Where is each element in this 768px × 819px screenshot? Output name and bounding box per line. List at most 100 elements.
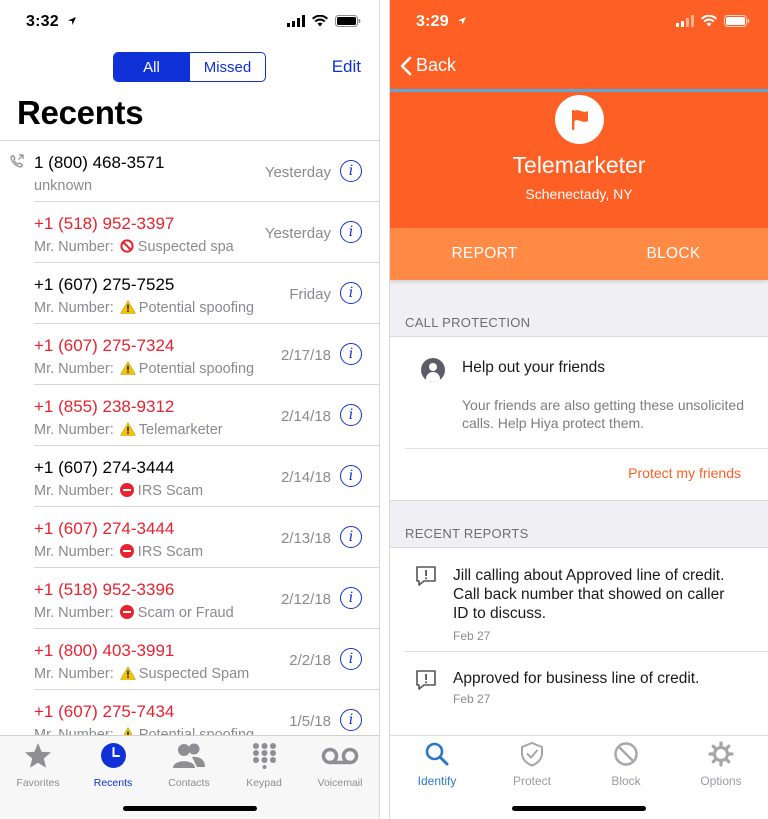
caller-number: +1 (518) 952-3397 <box>34 214 175 233</box>
report-item: Approved for business line of credit. Fe… <box>390 652 768 732</box>
caller-id-source: Mr. Number: <box>34 300 114 316</box>
caller-number: +1 (855) 238-9312 <box>34 397 175 416</box>
report-date: Feb 27 <box>453 629 491 643</box>
help-body: Your friends are also getting these unso… <box>462 397 744 431</box>
call-row[interactable]: +1 (800) 403-3991 Mr. Number: Suspected S… <box>34 629 379 690</box>
tab-label: Options <box>700 774 742 788</box>
caller-detail-text: Potential spoofing <box>138 361 255 377</box>
segment-missed[interactable]: Missed <box>189 53 265 81</box>
action-bar: REPORT BLOCK <box>390 228 768 280</box>
caller-header: 3:29 Back Telemarketer Schenectady, NY <box>390 0 768 228</box>
edit-button[interactable]: Edit <box>332 57 361 77</box>
caller-detail: Mr. Number: Scam or Fraud <box>34 605 274 621</box>
report-text: Approved for business line of credit. <box>453 670 700 687</box>
report-text: Jill calling about Approved line of cred… <box>453 567 725 622</box>
caller-detail: Mr. Number: IRS Scam <box>34 544 274 560</box>
call-row[interactable]: +1 (607) 274-3444 Mr. Number: IRS Scam 2/1… <box>34 446 379 507</box>
info-button[interactable]: i <box>340 160 362 182</box>
call-row[interactable]: +1 (855) 238-9312 Mr. Number: Telemarkete… <box>34 385 379 446</box>
divider <box>405 448 768 449</box>
status-time-text: 3:29 <box>416 13 449 30</box>
phone-tab-bar: Favorites Recents Contacts Keypad Voicem… <box>0 735 379 819</box>
signal-icon <box>676 15 694 27</box>
info-button[interactable]: i <box>340 221 362 243</box>
info-icon: i <box>348 712 354 728</box>
info-icon: i <box>348 407 354 423</box>
caller-id-source: Mr. Number: <box>34 666 114 682</box>
outgoing-call-icon <box>10 154 24 168</box>
status-time-text: 3:32 <box>26 13 59 30</box>
info-button[interactable]: i <box>340 343 362 365</box>
tab-contacts[interactable]: Contacts <box>151 742 227 789</box>
call-date: 2/17/18 <box>280 347 331 364</box>
call-row[interactable]: +1 (607) 275-7324 Mr. Number: Potential s… <box>34 324 379 385</box>
caller-detail-text: Telemarketer <box>138 422 223 438</box>
report-item: Jill calling about Approved line of cred… <box>390 548 768 651</box>
info-button[interactable]: i <box>340 465 362 487</box>
no-entry-icon <box>119 605 134 619</box>
tab-favorites[interactable]: Favorites <box>0 742 76 789</box>
protect-friends-link[interactable]: Protect my friends <box>628 465 741 481</box>
segment-all[interactable]: All <box>114 53 189 81</box>
info-button[interactable]: i <box>340 404 362 426</box>
call-date: Yesterday <box>264 164 331 181</box>
tab-label: Block <box>611 774 641 788</box>
voicemail-icon <box>321 747 359 765</box>
tab-recents[interactable]: Recents <box>75 742 151 789</box>
info-icon: i <box>348 468 354 484</box>
recents-screen: 3:32 All Missed Edit Recents 1 (800) 468… <box>0 0 380 819</box>
home-indicator[interactable] <box>123 806 257 811</box>
location-arrow-icon <box>68 17 77 25</box>
caller-detail: Mr. Number: Potential spoofing <box>34 361 274 377</box>
caller-detail-text: IRS Scam <box>137 483 204 499</box>
caller-number: +1 (800) 403-3991 <box>34 641 175 660</box>
tab-identify[interactable]: Identify <box>397 741 477 788</box>
status-bar: 3:29 <box>390 0 768 44</box>
call-date: Yesterday <box>264 225 331 242</box>
call-row[interactable]: +1 (518) 952-3397 Mr. Number: Suspected s… <box>34 202 379 263</box>
keypad-icon <box>252 743 276 769</box>
caller-location: Schenectady, NY <box>525 186 633 202</box>
caller-id-source: Mr. Number: <box>34 483 114 499</box>
tab-voicemail[interactable]: Voicemail <box>302 742 378 789</box>
report-flag-icon <box>416 566 436 586</box>
caller-detail-text: IRS Scam <box>137 544 204 560</box>
call-row[interactable]: 1 (800) 468-3571 unknown Yesterday i <box>10 141 379 202</box>
star-icon <box>25 743 51 768</box>
clock-icon <box>100 743 126 768</box>
wifi-icon <box>701 15 717 27</box>
battery-icon <box>724 15 750 27</box>
hiya-caller-screen: 3:29 Back Telemarketer Schenectady, NY R… <box>389 0 768 819</box>
call-date: 2/14/18 <box>280 408 331 425</box>
caller-id-source: Mr. Number: <box>34 605 114 621</box>
caller-detail: Mr. Number: Suspected spa <box>34 239 274 255</box>
back-button[interactable]: Back <box>400 55 456 76</box>
tab-options[interactable]: Options <box>681 741 761 788</box>
recents-list: 1 (800) 468-3571 unknown Yesterday i +1 (518… <box>0 140 379 751</box>
call-row[interactable]: +1 (518) 952-3396 Mr. Number: Scam or Fra… <box>34 568 379 629</box>
tab-block[interactable]: Block <box>586 741 666 788</box>
tab-keypad[interactable]: Keypad <box>226 742 302 789</box>
help-title: Help out your friends <box>462 359 606 376</box>
info-button[interactable]: i <box>340 648 362 670</box>
call-date: 2/12/18 <box>280 591 331 608</box>
info-button[interactable]: i <box>340 526 362 548</box>
caller-detail-text: Suspected Spam <box>138 666 250 682</box>
tab-protect[interactable]: Protect <box>492 741 572 788</box>
tab-label: Voicemail <box>317 777 363 789</box>
info-button[interactable]: i <box>340 587 362 609</box>
call-row[interactable]: +1 (607) 274-3444 Mr. Number: IRS Scam 2/1… <box>34 507 379 568</box>
block-button[interactable]: BLOCK <box>579 228 768 280</box>
call-date: 2/13/18 <box>280 530 331 547</box>
tab-label: Protect <box>512 774 551 788</box>
info-icon: i <box>348 590 354 606</box>
info-button[interactable]: i <box>340 709 362 731</box>
call-row[interactable]: +1 (607) 275-7525 Mr. Number: Potential s… <box>34 263 379 324</box>
warning-icon <box>120 422 136 436</box>
report-button[interactable]: REPORT <box>390 228 579 280</box>
home-indicator[interactable] <box>512 806 646 811</box>
signal-icon <box>287 15 305 27</box>
info-button[interactable]: i <box>340 282 362 304</box>
caller-detail: Mr. Number: Potential spoofing <box>34 300 274 316</box>
info-icon: i <box>348 224 354 240</box>
